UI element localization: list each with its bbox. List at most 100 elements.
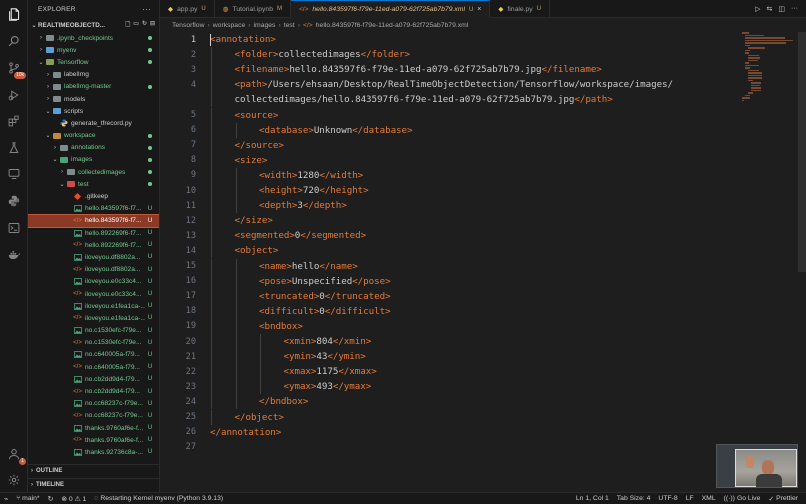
tree-item[interactable]: .gitkeep [28,190,159,202]
tree-item[interactable]: </> iloveyou.e1fea1ca-... U [28,312,159,324]
run-debug-icon[interactable] [6,87,22,103]
tree-item[interactable]: </> iloveyou.df8802a... U [28,264,159,276]
workspace-root[interactable]: ⌄ REALTIMEOBJECTD... 🗋 ▭ ↻ ⊟ [28,18,159,32]
code-editor[interactable]: 1 <annotation> 2 <folder>collectedimages</f… [160,32,742,492]
minimap[interactable] [742,32,798,102]
collapse-all-icon[interactable]: ⊟ [150,20,155,30]
code-line: 19 <bndbox> [160,319,742,334]
close-icon[interactable]: × [477,6,481,13]
xml-tag: </ymax> [332,381,372,393]
tree-item[interactable]: iloveyou.e1fea1ca-... U [28,300,159,312]
tree-item[interactable]: ⌄ images [28,154,159,166]
editor-tab[interactable]: ◆ finale.py U [490,0,551,18]
source-control-icon[interactable]: 10k [6,60,26,79]
breadcrumb-item[interactable]: hello.843597f6-f79e-11ed-a079-62f725ab7b… [316,22,469,29]
vertical-scrollbar[interactable] [798,32,806,272]
extensions-icon[interactable] [6,113,22,129]
tree-item[interactable]: › labelImg [28,69,159,81]
tree-item[interactable]: no.c640005a-f79... U [28,349,159,361]
line-ending[interactable]: LF [682,495,698,502]
remote-indicator[interactable]: ⌁ [0,495,12,503]
xml-tag: <annotation> [210,34,276,45]
new-folder-icon[interactable]: ▭ [133,20,139,30]
outline-section[interactable]: › OUTLINE [28,464,159,476]
tree-item[interactable]: </> no.cc68237c-f79e... U [28,410,159,422]
go-live-button[interactable]: ((·)) Go Live [720,495,765,502]
tree-item[interactable]: </> no.c1530efc-f79e... U [28,337,159,349]
tree-item-label: hello.892269f6-f7... [85,229,142,237]
tree-item[interactable]: no.c1530efc-f79e... U [28,325,159,337]
tree-item[interactable]: </> iloveyou.e0c33c4... U [28,288,159,300]
editor-tab[interactable]: </> hello.843597f6-f79e-11ed-a079-62f725a… [291,0,491,18]
problems-indicator[interactable]: ⊗ 0 ⚠ 1 [57,495,90,503]
tree-item[interactable]: iloveyou.e0c33c4... U [28,276,159,288]
breadcrumb-item[interactable]: test [284,22,295,29]
tree-item[interactable]: › annotations [28,142,159,154]
search-icon[interactable] [6,33,22,49]
tree-item[interactable]: </> hello.892269f6-f7... U [28,239,159,251]
code-text: collectedimages/hello.843597f6-f79e-11ed… [235,94,613,105]
tree-item[interactable]: ⌄ scripts [28,105,159,117]
kernel-status[interactable]: ◌ Restarting Kernel myenv (Python 3.9.13… [90,495,227,502]
python-file-icon: ◆ [498,6,504,13]
code-text: <width>1280</width> [259,170,363,181]
tab-size[interactable]: Tab Size: 4 [613,495,655,502]
breadcrumb-item[interactable]: workspace [213,22,246,29]
run-icon[interactable]: ▷ [755,5,760,13]
tree-item[interactable]: generate_tfrecord.py [28,117,159,129]
accounts-icon[interactable]: 1 [6,446,26,465]
explorer-more-actions[interactable]: ··· [142,5,151,14]
tree-item[interactable]: › labelImg-master [28,81,159,93]
testing-icon[interactable] [6,140,22,156]
tree-item-label: generate_tfrecord.py [71,119,132,127]
tree-item[interactable]: › myenv [28,44,159,56]
remote-explorer-icon[interactable] [6,166,22,182]
tree-item[interactable]: </> no.cb2dd9d4-f79... U [28,385,159,397]
tree-item[interactable]: </> hello.843597f6-f7... U [28,213,159,229]
cursor-position[interactable]: Ln 1, Col 1 [572,495,613,502]
split-editor-icon[interactable]: ◫ [778,5,785,13]
tree-item[interactable]: ⌄ workspace [28,130,159,142]
terminal-icon[interactable] [6,220,22,236]
files-icon[interactable] [6,6,22,22]
tree-item[interactable]: no.cb2dd9d4-f79... U [28,373,159,385]
tree-item[interactable]: thanks.9760af6e-f... U [28,422,159,434]
tree-item[interactable]: hello.843597f6-f7... U [28,203,159,215]
prettier-indicator[interactable]: ✓ Prettier [764,495,806,503]
breadcrumb-item[interactable]: Tensorflow [172,22,205,29]
tree-item[interactable]: › models [28,93,159,105]
git-status-dot [145,133,155,138]
tree-item[interactable]: </> thanks.9760af6e-f... U [28,434,159,446]
refresh-icon[interactable]: ↻ [142,20,147,30]
indent-guide [235,364,237,380]
tree-item[interactable]: ⌄ test [28,178,159,190]
tree-item[interactable]: ⌄ Tensorflow [28,56,159,68]
xml-file-icon: </> [73,291,82,298]
tree-item[interactable]: iloveyou.df8802a... U [28,251,159,263]
encoding[interactable]: UTF-8 [654,495,681,502]
python-icon[interactable] [6,193,22,209]
editor-tab[interactable]: ◍ Tutorial.ipynb M [215,0,291,18]
timeline-section[interactable]: › TIMELINE [28,478,159,490]
tree-item[interactable]: hello.892269f6-f7... U [28,227,159,239]
line-number: 23 [185,381,196,392]
line-number: 12 [185,215,196,226]
xml-file-icon: </> [73,315,82,322]
breadcrumb-item[interactable]: images [254,22,276,29]
compare-changes-icon[interactable]: ⇆ [767,5,773,13]
tree-item[interactable]: › .ipynb_checkpoints [28,32,159,44]
tree-item[interactable]: no.cc68237c-f79e... U [28,398,159,410]
minimap-line [742,32,750,34]
docker-icon[interactable] [6,247,22,263]
branch-indicator[interactable]: ⑂ main* [12,495,43,502]
tree-item[interactable]: </> no.c640005a-f79... U [28,361,159,373]
sync-indicator[interactable]: ↻ [44,495,58,503]
editor-tab[interactable]: ◆ app.py U [160,0,215,18]
language-mode[interactable]: XML [698,495,720,502]
new-file-icon[interactable]: 🗋 [125,20,130,30]
tree-item[interactable]: thanks.92736c8a-... U [28,446,159,458]
code-text: <segmented>0</segmented> [235,230,367,241]
settings-gear-icon[interactable] [6,472,22,488]
more-actions-icon[interactable]: ··· [791,5,798,12]
tree-item[interactable]: › collectedimages [28,166,159,178]
